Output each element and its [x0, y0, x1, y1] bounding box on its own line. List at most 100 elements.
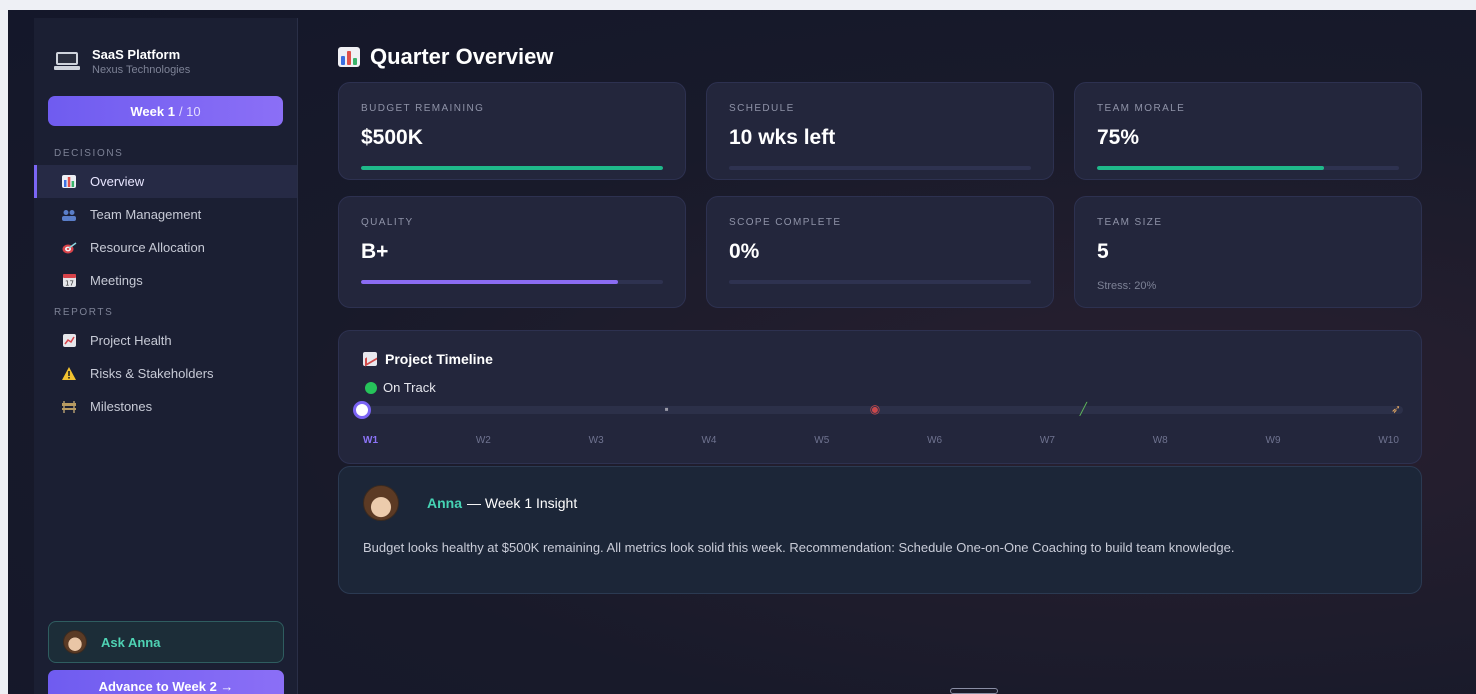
metric-progress-fill: [361, 280, 618, 284]
total-weeks: / 10: [178, 103, 201, 119]
construction-icon: [60, 399, 78, 415]
trend-chart-icon: [60, 333, 78, 349]
metric-label: TEAM MORALE: [1097, 103, 1186, 114]
clipboard-icon: ▪: [664, 402, 669, 416]
app-window: SaaS Platform Nexus Technologies Week 1 …: [8, 10, 1476, 694]
sidebar-item-label: Milestones: [90, 399, 153, 414]
decisions-nav: Overview Team Management Resource Alloca…: [34, 165, 297, 297]
metric-progress-bar: [729, 166, 1031, 170]
anna-avatar: [63, 630, 87, 654]
metric-card-morale: TEAM MORALE 75%: [1074, 82, 1422, 180]
sidebar-item-meetings[interactable]: 17 Meetings: [34, 264, 297, 297]
metric-progress-fill: [361, 166, 663, 170]
metric-card-quality: QUALITY B+: [338, 196, 686, 308]
sidebar-item-team-management[interactable]: Team Management: [34, 198, 297, 231]
current-week-marker[interactable]: [353, 401, 371, 419]
insight-heading: — Week 1 Insight: [467, 495, 578, 511]
home-indicator: [950, 688, 998, 694]
sidebar-item-label: Overview: [90, 174, 145, 189]
sidebar-item-label: Team Management: [90, 207, 202, 222]
decisions-section-label: DECISIONS: [54, 148, 124, 159]
timeline-title-text: Project Timeline: [385, 351, 493, 367]
timeline-track: [361, 406, 1403, 414]
timeline-week-labels: W1 W2 W3 W4 W5 W6 W7 W8 W9 W10: [363, 435, 1399, 446]
metric-progress-bar: [361, 166, 663, 170]
week-label: W6: [927, 435, 943, 446]
page-title-text: Quarter Overview: [370, 44, 554, 69]
svg-text:17: 17: [65, 280, 74, 288]
week-label: W5: [814, 435, 830, 446]
sidebar-item-milestones[interactable]: Milestones: [34, 390, 297, 423]
timeline-status-text: On Track: [383, 380, 436, 395]
calendar-icon: 17: [60, 273, 78, 289]
current-week: Week 1: [130, 103, 175, 119]
advisor-insight-card: Anna — Week 1 Insight Budget looks healt…: [338, 466, 1422, 594]
insight-header: Anna — Week 1 Insight: [363, 485, 577, 521]
metric-value: 5: [1097, 240, 1109, 263]
week-indicator-button[interactable]: Week 1 / 10: [48, 96, 283, 126]
metric-label: SCOPE COMPLETE: [729, 217, 842, 228]
people-icon: [60, 207, 78, 223]
week-label: W7: [1039, 435, 1055, 446]
main-content: Quarter Overview BUDGET REMAINING $500K …: [338, 10, 1438, 694]
rocket-icon: ➶: [1390, 402, 1402, 416]
brand-subtitle: Nexus Technologies: [92, 63, 191, 76]
timeline-status: On Track: [365, 380, 436, 395]
target-icon: ◉: [869, 402, 881, 416]
ask-anna-button[interactable]: Ask Anna: [48, 621, 284, 663]
sidebar-item-label: Meetings: [90, 273, 143, 288]
project-timeline: Project Timeline On Track ▪ ◉ ╱ ➶ W1 W2 W3 W4 W…: [338, 330, 1422, 464]
insight-text: Budget looks healthy at $500K remaining.…: [363, 540, 1235, 555]
sidebar-item-label: Risks & Stakeholders: [90, 366, 214, 381]
metric-progress-bar: [729, 280, 1031, 284]
pencil-icon: ╱: [1079, 402, 1087, 416]
sidebar-item-project-health[interactable]: Project Health: [34, 324, 297, 357]
metric-label: QUALITY: [361, 217, 414, 228]
brand-title: SaaS Platform: [92, 46, 181, 62]
anna-avatar: [363, 485, 399, 521]
laptop-icon: [54, 52, 80, 70]
reports-nav: Project Health Risks & Stakeholders Mile…: [34, 324, 297, 423]
sidebar-item-resource-allocation[interactable]: Resource Allocation: [34, 231, 297, 264]
metric-label: BUDGET REMAINING: [361, 103, 485, 114]
bar-chart-icon: [338, 47, 360, 67]
ask-anna-label: Ask Anna: [101, 634, 161, 650]
metric-progress-bar: [361, 280, 663, 284]
metric-card-scope: SCOPE COMPLETE 0%: [706, 196, 1054, 308]
sidebar-item-overview[interactable]: Overview: [34, 165, 297, 198]
metric-value: 10 wks left: [729, 126, 836, 149]
sidebar: SaaS Platform Nexus Technologies Week 1 …: [34, 18, 298, 694]
bar-chart-icon: [60, 174, 78, 190]
week-label: W9: [1265, 435, 1281, 446]
sidebar-item-label: Project Health: [90, 333, 172, 348]
sidebar-item-label: Resource Allocation: [90, 240, 205, 255]
metric-progress-bar: [1097, 166, 1399, 170]
metric-value: 75%: [1097, 126, 1140, 149]
metric-progress-fill: [1097, 166, 1324, 170]
metric-card-team-size: TEAM SIZE 5 Stress: 20%: [1074, 196, 1422, 308]
metric-value: $500K: [361, 126, 423, 149]
metric-card-schedule: SCHEDULE 10 wks left: [706, 82, 1054, 180]
advisor-name: Anna: [427, 495, 462, 511]
timeline-title: Project Timeline: [363, 351, 493, 367]
week-label: W8: [1152, 435, 1168, 446]
metric-label: TEAM SIZE: [1097, 217, 1163, 228]
advance-week-button[interactable]: Advance to Week 2 →: [48, 670, 284, 694]
week-label: W3: [588, 435, 604, 446]
reports-section-label: REPORTS: [54, 307, 114, 318]
week-label: W2: [475, 435, 491, 446]
metric-card-budget: BUDGET REMAINING $500K: [338, 82, 686, 180]
brand: SaaS Platform Nexus Technologies: [34, 18, 297, 82]
warning-icon: [60, 366, 78, 382]
sidebar-item-risks-stakeholders[interactable]: Risks & Stakeholders: [34, 357, 297, 390]
metric-value: B+: [361, 240, 389, 263]
target-icon: [60, 240, 78, 256]
status-dot-icon: [365, 381, 377, 394]
week-label: W10: [1378, 435, 1399, 446]
metric-label: SCHEDULE: [729, 103, 795, 114]
page-title: Quarter Overview: [338, 44, 553, 70]
week-label: W4: [701, 435, 717, 446]
metric-value: 0%: [729, 240, 760, 263]
stress-level: Stress: 20%: [1097, 280, 1157, 292]
week-label: W1: [363, 435, 378, 446]
